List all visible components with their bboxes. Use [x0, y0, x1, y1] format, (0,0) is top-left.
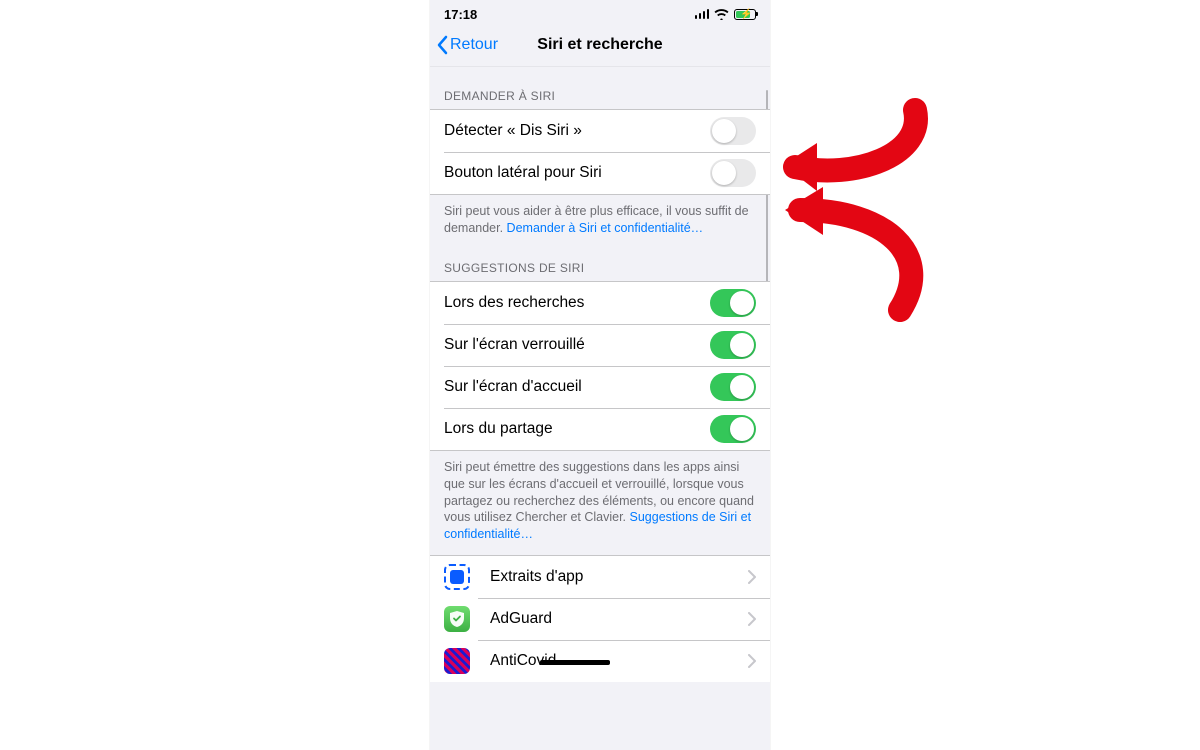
- row-app-adguard[interactable]: AdGuard: [430, 598, 770, 640]
- row-side-button-siri[interactable]: Bouton latéral pour Siri: [430, 152, 770, 195]
- status-bar: 17:18 ⚡: [430, 0, 770, 24]
- row-suggestion-lockscreen[interactable]: Sur l'écran verrouillé: [430, 324, 770, 366]
- toggle-detect-hey-siri[interactable]: [710, 117, 756, 145]
- row-label: Sur l'écran verrouillé: [444, 336, 710, 354]
- row-label: Lors du partage: [444, 420, 710, 438]
- wifi-icon: [714, 9, 729, 20]
- link-siri-privacy[interactable]: Demander à Siri et confidentialité…: [507, 221, 704, 235]
- battery-icon: ⚡: [734, 9, 756, 20]
- row-app-clips[interactable]: Extraits d'app: [430, 555, 770, 598]
- annotation-arrow-1: [775, 95, 935, 215]
- row-suggestion-sharing[interactable]: Lors du partage: [430, 408, 770, 451]
- section-header-ask-siri: DEMANDER À SIRI: [430, 67, 770, 109]
- app-label: Extraits d'app: [490, 568, 738, 586]
- status-time: 17:18: [444, 7, 477, 22]
- app-label: AdGuard: [490, 610, 738, 628]
- row-detect-hey-siri[interactable]: Détecter « Dis Siri »: [430, 109, 770, 152]
- adguard-icon: [444, 606, 470, 632]
- chevron-left-icon: [436, 35, 448, 55]
- section-header-suggestions: SUGGESTIONS DE SIRI: [430, 249, 770, 281]
- row-app-anticovid[interactable]: AntiCovid: [430, 640, 770, 682]
- row-suggestion-homescreen[interactable]: Sur l'écran d'accueil: [430, 366, 770, 408]
- cellular-icon: [695, 9, 710, 19]
- toggle-suggestion-sharing[interactable]: [710, 415, 756, 443]
- phone-frame: 17:18 ⚡ Retour Siri et recherche DEMANDE…: [430, 0, 770, 750]
- redaction-bar: [540, 660, 610, 665]
- row-label: Détecter « Dis Siri »: [444, 122, 710, 140]
- back-button[interactable]: Retour: [436, 35, 498, 55]
- chevron-right-icon: [748, 570, 756, 584]
- app-label: AntiCovid: [490, 652, 738, 670]
- toggle-side-button-siri[interactable]: [710, 159, 756, 187]
- nav-bar: Retour Siri et recherche: [430, 24, 770, 67]
- row-suggestion-search[interactable]: Lors des recherches: [430, 281, 770, 324]
- row-label: Bouton latéral pour Siri: [444, 164, 710, 182]
- toggle-suggestion-homescreen[interactable]: [710, 373, 756, 401]
- annotation-arrow-2: [775, 165, 935, 325]
- back-label: Retour: [450, 36, 498, 54]
- toggle-suggestion-search[interactable]: [710, 289, 756, 317]
- section-footer-suggestions: Siri peut émettre des suggestions dans l…: [430, 451, 770, 555]
- row-label: Sur l'écran d'accueil: [444, 378, 710, 396]
- chevron-right-icon: [748, 654, 756, 668]
- row-label: Lors des recherches: [444, 294, 710, 312]
- toggle-suggestion-lockscreen[interactable]: [710, 331, 756, 359]
- anticovid-icon: [444, 648, 470, 674]
- chevron-right-icon: [748, 612, 756, 626]
- app-clips-icon: [444, 564, 470, 590]
- section-footer-ask-siri: Siri peut vous aider à être plus efficac…: [430, 195, 770, 249]
